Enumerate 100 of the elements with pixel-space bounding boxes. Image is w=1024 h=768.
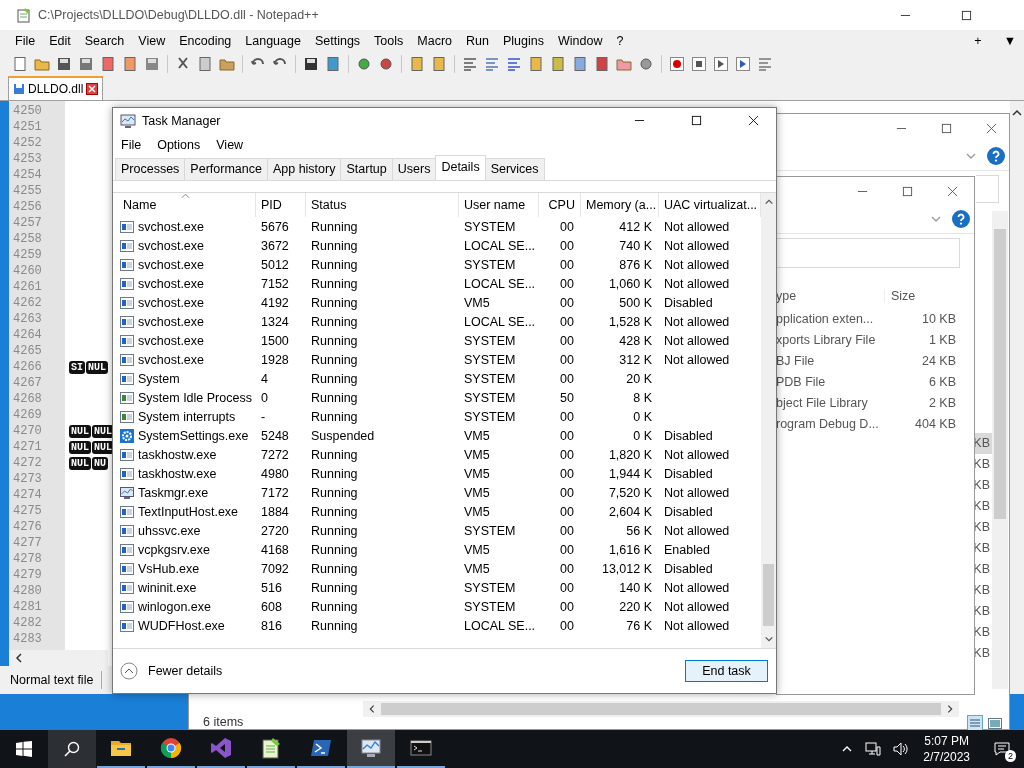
menu-item[interactable]: Language bbox=[245, 34, 301, 48]
maximize-icon[interactable] bbox=[902, 185, 913, 197]
scroll-right-icon[interactable] bbox=[945, 704, 955, 714]
tab[interactable]: Users bbox=[391, 158, 437, 180]
list-icon[interactable] bbox=[757, 56, 773, 72]
collapse-icon[interactable] bbox=[120, 662, 138, 680]
scroll-up-icon[interactable] bbox=[763, 197, 774, 207]
tab[interactable]: Services bbox=[484, 158, 545, 180]
replace-icon[interactable] bbox=[325, 56, 341, 72]
menu-item[interactable]: Run bbox=[466, 34, 489, 48]
scroll-left-icon[interactable] bbox=[13, 652, 25, 664]
end-task-button[interactable]: End task bbox=[685, 660, 768, 682]
close-icon[interactable] bbox=[748, 115, 759, 126]
indent-guide-icon[interactable] bbox=[506, 56, 522, 72]
menu-item[interactable]: Settings bbox=[314, 34, 361, 48]
search-button[interactable] bbox=[48, 730, 96, 768]
maximize-icon[interactable] bbox=[691, 115, 702, 126]
table-cell-text: Not allowed bbox=[663, 580, 731, 595]
menu-item[interactable]: ? bbox=[616, 34, 624, 48]
vertical-scrollbar[interactable] bbox=[992, 211, 1008, 689]
taskbar-app[interactable] bbox=[347, 730, 395, 768]
close-all-icon[interactable] bbox=[122, 56, 138, 72]
pilcrow-icon[interactable] bbox=[484, 56, 500, 72]
stop-icon[interactable] bbox=[691, 56, 707, 72]
tab[interactable]: Startup bbox=[340, 158, 393, 180]
map-icon[interactable] bbox=[550, 56, 566, 72]
menu-item[interactable]: Plugins bbox=[502, 34, 544, 48]
column-header[interactable]: User name bbox=[459, 193, 539, 217]
menu-item[interactable]: File bbox=[15, 34, 36, 48]
menu-item[interactable]: File bbox=[121, 137, 142, 152]
file-type: rogram Debug D... bbox=[776, 416, 880, 431]
tab[interactable]: App history bbox=[266, 158, 342, 180]
print-icon[interactable] bbox=[144, 56, 160, 72]
find-icon[interactable] bbox=[303, 56, 319, 72]
zoom-out-icon[interactable] bbox=[378, 56, 394, 72]
notification-button[interactable]: 2 bbox=[980, 730, 1024, 768]
maximize-icon[interactable] bbox=[961, 9, 972, 21]
tab[interactable]: Processes bbox=[115, 158, 186, 180]
address-field[interactable] bbox=[976, 175, 999, 203]
horizontal-scrollbar[interactable] bbox=[363, 701, 959, 717]
save-all-icon[interactable] bbox=[78, 56, 94, 72]
horizontal-scrollbar[interactable] bbox=[9, 650, 108, 666]
column-header[interactable]: Memory (a... bbox=[581, 193, 659, 217]
menu-item[interactable]: Options bbox=[157, 137, 201, 152]
help-icon[interactable] bbox=[952, 210, 970, 228]
maximize-icon[interactable] bbox=[941, 122, 952, 134]
menu-item[interactable]: Macro bbox=[417, 34, 453, 48]
scroll-down-icon[interactable] bbox=[763, 634, 774, 644]
menu-item[interactable]: Tools bbox=[374, 34, 404, 48]
sync-scroll-icon[interactable] bbox=[431, 56, 447, 72]
copy-icon[interactable] bbox=[197, 56, 213, 72]
search-field[interactable] bbox=[776, 238, 960, 268]
scroll-left-icon[interactable] bbox=[367, 704, 377, 714]
scrollbar-thumb[interactable] bbox=[994, 229, 1006, 519]
menu-item[interactable]: Search bbox=[84, 34, 125, 48]
thumbnail-view-icon[interactable] bbox=[987, 715, 1003, 731]
function-icon[interactable] bbox=[594, 56, 610, 72]
clock-date[interactable]: 2/7/2023 bbox=[923, 749, 970, 765]
panel-icon[interactable] bbox=[528, 56, 544, 72]
documents-icon[interactable] bbox=[572, 56, 588, 72]
table-cell-text: VM5 bbox=[463, 466, 491, 481]
details-view-icon[interactable] bbox=[967, 715, 983, 731]
wrap-icon[interactable] bbox=[462, 56, 478, 72]
table-cell-text: SYSTEM bbox=[463, 409, 517, 424]
help-icon[interactable] bbox=[987, 147, 1005, 165]
sync-scroll-icon[interactable] bbox=[409, 56, 425, 72]
menu-item[interactable]: View bbox=[216, 137, 244, 152]
network-icon[interactable] bbox=[865, 741, 882, 757]
volume-icon[interactable] bbox=[893, 741, 910, 757]
column-header[interactable]: PID bbox=[256, 193, 306, 217]
vertical-scrollbar[interactable] bbox=[761, 193, 776, 648]
menu-button[interactable]: + bbox=[974, 34, 982, 48]
column-header[interactable]: CPU bbox=[539, 193, 581, 217]
scrollbar-thumb[interactable] bbox=[381, 703, 941, 715]
close-icon[interactable] bbox=[86, 83, 99, 95]
folder-icon[interactable] bbox=[616, 56, 632, 72]
column-header[interactable]: Name bbox=[118, 193, 256, 217]
close-file-icon[interactable] bbox=[100, 56, 116, 72]
save-icon[interactable] bbox=[56, 56, 72, 72]
table-cell-text: 00 bbox=[559, 447, 575, 462]
play-icon[interactable] bbox=[713, 56, 729, 72]
fewer-details-link[interactable]: Fewer details bbox=[148, 664, 223, 678]
zoom-in-icon[interactable] bbox=[356, 56, 372, 72]
record-icon[interactable] bbox=[669, 56, 685, 72]
column-header[interactable]: Size bbox=[885, 289, 916, 303]
file-tab[interactable]: DLLDO.dll bbox=[8, 76, 104, 100]
menu-item[interactable]: Encoding bbox=[179, 34, 232, 48]
paste-icon[interactable] bbox=[219, 56, 235, 72]
menu-button[interactable]: ▼ bbox=[1003, 34, 1016, 48]
menu-item[interactable]: Window bbox=[557, 34, 603, 48]
scrollbar-thumb[interactable] bbox=[763, 564, 774, 626]
clock-time[interactable]: 5:07 PM bbox=[924, 733, 969, 749]
tab[interactable]: Performance bbox=[184, 158, 268, 180]
fast-forward-icon[interactable] bbox=[735, 56, 751, 72]
open-folder-icon[interactable] bbox=[34, 56, 50, 72]
column-header[interactable]: Status bbox=[306, 193, 459, 217]
menu-item[interactable]: Edit bbox=[49, 34, 71, 48]
menu-item[interactable]: View bbox=[138, 34, 166, 48]
new-file-icon[interactable] bbox=[12, 56, 28, 72]
eye-icon[interactable] bbox=[638, 56, 654, 72]
